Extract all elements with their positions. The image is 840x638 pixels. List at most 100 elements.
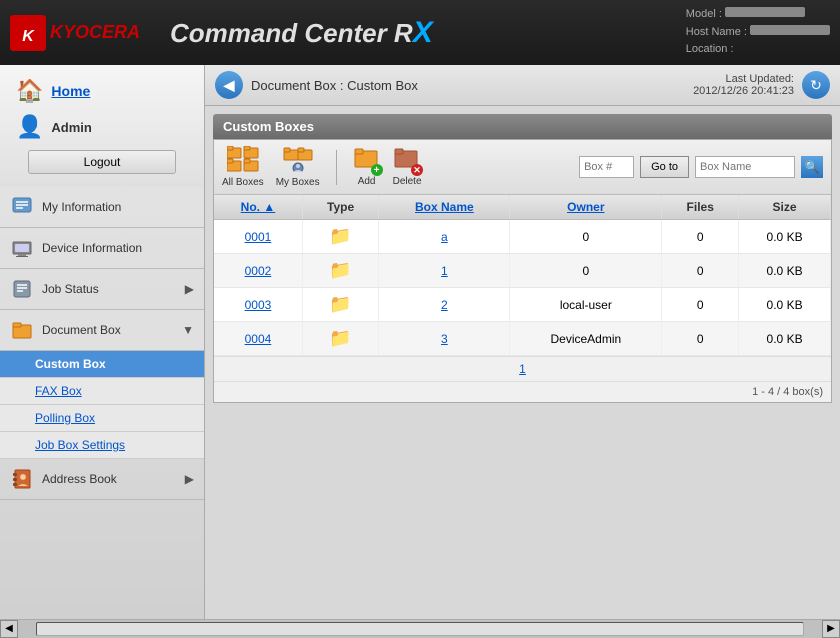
header: K KYOCERA Command Center RX Model : Host… xyxy=(0,0,840,65)
cell-size: 0.0 KB xyxy=(739,288,831,322)
document-box-subnav: Custom Box FAX Box Polling Box Job Box S… xyxy=(0,351,204,459)
delete-x-badge: ✕ xyxy=(411,164,423,176)
table-row: 0003 📁 2 local-user 0 0.0 KB xyxy=(214,288,831,322)
table-row: 0002 📁 1 0 0 0.0 KB xyxy=(214,254,831,288)
my-information-icon xyxy=(10,195,34,219)
box-name-input[interactable] xyxy=(695,156,795,178)
cell-box-name: 1 xyxy=(379,254,510,288)
subnav-job-box-settings[interactable]: Job Box Settings xyxy=(0,432,204,459)
cell-files: 0 xyxy=(662,220,739,254)
box-name-link[interactable]: 3 xyxy=(441,332,448,346)
cell-type: 📁 xyxy=(302,288,378,322)
pagination: 1 xyxy=(214,356,831,381)
refresh-button[interactable]: ↻ xyxy=(802,71,830,99)
box-no-link[interactable]: 0003 xyxy=(245,298,272,312)
box-name-link[interactable]: a xyxy=(441,230,448,244)
col-size: Size xyxy=(739,195,831,220)
cell-type: 📁 xyxy=(302,254,378,288)
address-book-icon xyxy=(10,467,34,491)
search-button[interactable]: 🔍 xyxy=(801,156,823,178)
device-information-icon xyxy=(10,236,34,260)
sidebar-item-label: Document Box xyxy=(42,323,174,337)
logo-area: K KYOCERA Command Center RX xyxy=(10,15,433,51)
scroll-left-button[interactable]: ◀ xyxy=(0,620,18,638)
all-boxes-icon xyxy=(227,146,259,175)
cell-box-name: a xyxy=(379,220,510,254)
sidebar-item-label: Device Information xyxy=(42,241,194,255)
sidebar-item-document-box[interactable]: Document Box ▼ xyxy=(0,310,204,351)
box-no-link[interactable]: 0001 xyxy=(245,230,272,244)
home-label: Home xyxy=(51,83,90,99)
admin-section: 👤 Admin xyxy=(8,109,196,145)
admin-icon: 👤 xyxy=(16,114,43,140)
cell-size: 0.0 KB xyxy=(739,254,831,288)
scroll-track[interactable] xyxy=(36,622,804,636)
breadcrumb-text: Document Box : Custom Box xyxy=(251,78,418,93)
sidebar-item-label: Address Book xyxy=(42,472,177,486)
home-icon: 🏠 xyxy=(16,78,43,104)
page-1-link[interactable]: 1 xyxy=(519,362,526,376)
box-no-link[interactable]: 0002 xyxy=(245,264,272,278)
chevron-right-icon: ▶ xyxy=(185,282,194,296)
add-plus-badge: + xyxy=(371,164,383,176)
my-boxes-button[interactable]: My Boxes xyxy=(276,146,320,188)
cell-type: 📁 xyxy=(302,220,378,254)
cell-owner: 0 xyxy=(510,220,662,254)
subnav-custom-box[interactable]: Custom Box xyxy=(0,351,204,378)
hostname-value xyxy=(750,25,830,35)
cell-box-name: 3 xyxy=(379,322,510,356)
all-boxes-label: All Boxes xyxy=(222,177,264,188)
box-number-input[interactable] xyxy=(579,156,634,178)
cell-files: 0 xyxy=(662,254,739,288)
toolbar: All Boxes xyxy=(214,140,831,195)
box-no-link[interactable]: 0004 xyxy=(245,332,272,346)
document-box-icon xyxy=(10,318,34,342)
my-boxes-icon xyxy=(282,146,314,175)
kyocera-logo-icon: K xyxy=(10,15,46,51)
box-name-link[interactable]: 2 xyxy=(441,298,448,312)
box-name-link[interactable]: 1 xyxy=(441,264,448,278)
device-info-header: Model : Host Name : Location : xyxy=(686,6,830,59)
chevron-right-icon: ▶ xyxy=(185,472,194,486)
col-owner: Owner xyxy=(510,195,662,220)
scroll-right-button[interactable]: ▶ xyxy=(822,620,840,638)
sidebar-nav: My Information Device Information Job St… xyxy=(0,187,204,619)
cell-type: 📁 xyxy=(302,322,378,356)
cell-size: 0.0 KB xyxy=(739,220,831,254)
logout-button[interactable]: Logout xyxy=(28,150,176,174)
sidebar-item-device-information[interactable]: Device Information xyxy=(0,228,204,269)
all-boxes-button[interactable]: All Boxes xyxy=(222,146,264,188)
cell-files: 0 xyxy=(662,288,739,322)
svg-text:K: K xyxy=(22,28,35,45)
col-box-name: Box Name xyxy=(379,195,510,220)
goto-button[interactable]: Go to xyxy=(640,156,689,178)
breadcrumb-left: ◀ Document Box : Custom Box xyxy=(215,71,418,99)
cell-owner: local-user xyxy=(510,288,662,322)
subnav-fax-box[interactable]: FAX Box xyxy=(0,378,204,405)
table-row: 0001 📁 a 0 0 0.0 KB xyxy=(214,220,831,254)
admin-label: Admin xyxy=(51,120,91,135)
delete-icon: ✕ xyxy=(393,147,421,174)
folder-icon: 📁 xyxy=(329,260,351,280)
folder-icon: 📁 xyxy=(329,328,351,348)
cell-box-name: 2 xyxy=(379,288,510,322)
total-info: 1 - 4 / 4 box(s) xyxy=(214,381,831,402)
sidebar-item-address-book[interactable]: Address Book ▶ xyxy=(0,459,204,500)
delete-button[interactable]: ✕ Delete xyxy=(393,147,422,187)
col-no: No. ▲ xyxy=(214,195,302,220)
sidebar-item-job-status[interactable]: Job Status ▶ xyxy=(0,269,204,310)
home-link[interactable]: 🏠 Home xyxy=(8,73,196,109)
sidebar-item-label: Job Status xyxy=(42,282,177,296)
content-area: ◀ Document Box : Custom Box Last Updated… xyxy=(205,65,840,619)
table-container: All Boxes xyxy=(213,139,832,403)
breadcrumb-bar: ◀ Document Box : Custom Box Last Updated… xyxy=(205,65,840,106)
chevron-down-icon: ▼ xyxy=(182,323,194,337)
search-section: Go to 🔍 xyxy=(579,156,823,178)
back-button[interactable]: ◀ xyxy=(215,71,243,99)
sidebar-item-my-information[interactable]: My Information xyxy=(0,187,204,228)
subnav-polling-box[interactable]: Polling Box xyxy=(0,405,204,432)
cell-no: 0004 xyxy=(214,322,302,356)
add-button[interactable]: + Add xyxy=(353,147,381,187)
toolbar-divider xyxy=(336,150,337,185)
breadcrumb-right: Last Updated: 2012/12/26 20:41:23 ↻ xyxy=(693,71,830,99)
